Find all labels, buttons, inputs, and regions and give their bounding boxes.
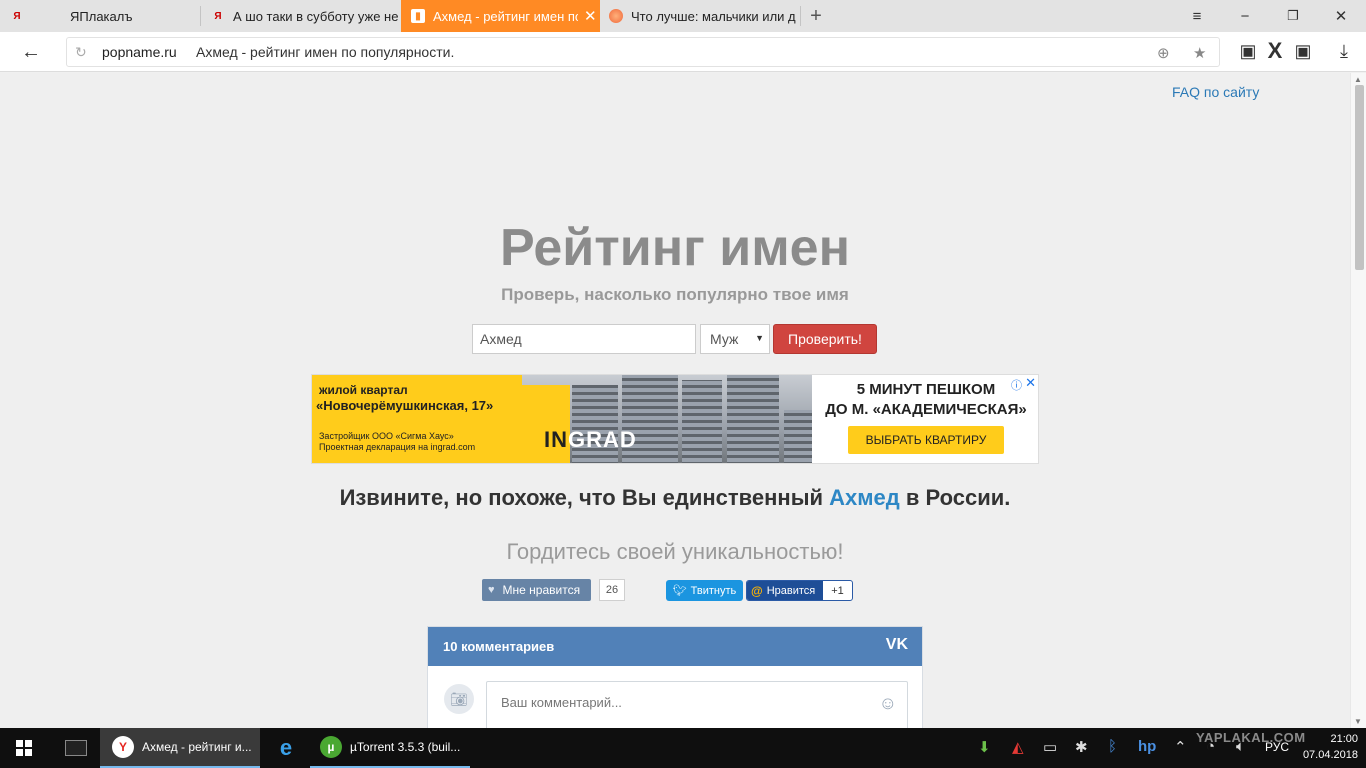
gender-select[interactable]: Муж ▼ [700, 324, 770, 354]
tweet-button[interactable]: 🐦︎ Твитнуть [666, 580, 743, 601]
scroll-up-icon[interactable]: ▲ [1354, 75, 1362, 84]
utorrent-icon: µ [320, 736, 342, 758]
page-subtitle: Проверь, насколько популярно твое имя [501, 285, 849, 304]
watermark: YAPLAKAL.COM [1196, 730, 1306, 745]
bluetooth-icon[interactable]: ᛒ [1108, 738, 1117, 755]
ingrad-logo: INGRAD [544, 427, 637, 452]
bar-chart-icon: ▮ [411, 9, 425, 23]
hp-icon[interactable]: hp [1138, 738, 1156, 755]
url-domain: popname.ru [102, 44, 177, 60]
page-content: FAQ по сайту Рейтинг имен Проверь, наско… [0, 73, 1350, 728]
smiley-icon[interactable]: ☺ [879, 693, 897, 714]
ad-left-panel: жилой квартал «Новочерёмушкинская, 17» З… [312, 375, 522, 463]
extension-icon[interactable]: ▣ [1237, 40, 1259, 62]
name-input[interactable] [472, 324, 696, 354]
ad-banner[interactable]: жилой квартал «Новочерёмушкинская, 17» З… [311, 374, 1039, 464]
ad-line3: Застройщик ООО «Сигма Хаус» [319, 431, 454, 441]
windows-logo-icon [16, 740, 32, 756]
scroll-thumb[interactable] [1355, 85, 1364, 270]
result-message: Извините, но похоже, что Вы единственный… [339, 485, 1011, 510]
close-window-icon[interactable]: ✕ [1318, 0, 1364, 32]
twitter-bird-icon: 🐦︎ [672, 585, 687, 597]
ad-right-panel: 5 МИНУТ ПЕШКОМ ДО М. «АКАДЕМИЧЕСКАЯ» ВЫБ… [812, 375, 1038, 463]
taskbar-cmd[interactable] [55, 728, 97, 768]
browser-menu-icon[interactable]: ≡ [1174, 0, 1220, 32]
ad-cta-button[interactable]: ВЫБРАТЬ КВАРТИРУ [848, 426, 1004, 454]
dropdown-arrow-icon: ▼ [755, 333, 764, 343]
ad-line4: Проектная декларация на ingrad.com [319, 442, 476, 452]
taskbar-ie[interactable]: e [263, 728, 309, 768]
taskbar-browser[interactable]: Y Ахмед - рейтинг и... [100, 728, 260, 768]
tab-close-icon[interactable]: ✕ [584, 7, 597, 25]
building-shape [682, 380, 722, 463]
settings-tray-icon[interactable]: ✱ [1075, 738, 1088, 756]
proud-message: Гордитесь своей уникальностью! [506, 539, 844, 564]
mailru-like-button[interactable]: @ Нравится +1 [746, 580, 853, 601]
antivirus-tray-icon[interactable]: ◭ [1012, 738, 1024, 756]
vk-logo-icon[interactable]: VK [886, 636, 908, 654]
yandex-browser-icon: Y [112, 736, 134, 758]
vk-comments-widget: 10 комментариев VK 📷︎ Ваш комментарий...… [427, 626, 923, 728]
page-title: Рейтинг имен [500, 219, 850, 277]
scroll-down-icon[interactable]: ▼ [1354, 717, 1362, 726]
reload-icon[interactable]: ↻ [75, 44, 87, 61]
terminal-icon [65, 740, 87, 756]
yaplakal-icon: Я [13, 10, 21, 22]
restore-icon[interactable]: ❐ [1270, 0, 1316, 32]
page-scrollbar[interactable]: ▲ ▼ [1350, 73, 1366, 728]
internet-explorer-icon: e [279, 735, 293, 760]
extension-icon[interactable]: ▣ [1292, 40, 1314, 62]
ad-info-icon[interactable]: ⓘ [1011, 377, 1022, 393]
building-shape [727, 375, 779, 463]
taskbar: Y Ахмед - рейтинг и... e µ µTorrent 3.5.… [0, 728, 1366, 768]
taskbar-utorrent[interactable]: µ µTorrent 3.5.3 (buil... [310, 728, 470, 768]
extension-x-icon[interactable]: X [1264, 38, 1286, 63]
camera-icon[interactable]: 📷︎ [444, 684, 474, 714]
vk-like-button[interactable]: ♥ Мне нравится [482, 579, 591, 601]
faq-link[interactable]: FAQ по сайту [1172, 84, 1259, 100]
tab-saturday[interactable]: Я А шо таки в субботу уже не [201, 0, 400, 32]
tab-popname-active[interactable]: ▮ Ахмед - рейтинг имен по ✕ [401, 0, 600, 32]
utorrent-tray-icon[interactable]: ⬇ [978, 738, 991, 756]
comments-header: 10 комментариев VK [428, 627, 922, 666]
tab-boys-girls[interactable]: Что лучше: мальчики или д [601, 0, 799, 32]
heart-icon: ♥ [488, 584, 495, 596]
minimize-icon[interactable]: − [1222, 0, 1268, 32]
mailru-like-count: +1 [831, 584, 844, 597]
back-arrow-icon[interactable]: ← [18, 40, 44, 64]
site-favicon-icon [609, 9, 623, 23]
check-button[interactable]: Проверить! [773, 324, 877, 354]
vk-like-count: 26 [599, 579, 625, 601]
ad-right-line2: ДО М. «АКАДЕМИЧЕСКАЯ» [825, 401, 1027, 418]
building-shape [784, 410, 812, 463]
monitor-tray-icon[interactable]: ▭ [1043, 738, 1057, 756]
ad-close-icon[interactable]: ✕ [1025, 375, 1036, 391]
yaplakal-icon: Я [214, 10, 222, 22]
url-field[interactable]: ↻ popname.ru Ахмед - рейтинг имен по поп… [66, 37, 1220, 67]
tab-yaplakal[interactable]: Я ЯПлакалъ [0, 0, 200, 32]
result-name-link[interactable]: Ахмед [829, 485, 900, 510]
show-hidden-icons[interactable]: ⌃ [1174, 738, 1187, 756]
windows-start-button[interactable] [0, 728, 48, 768]
gender-select-value: Муж [710, 331, 739, 347]
comment-input[interactable]: Ваш комментарий... ☺ [486, 681, 908, 728]
tab-bar: Я ЯПлакалъ Я А шо таки в субботу уже не … [0, 0, 1366, 32]
ad-line2: «Новочерёмушкинская, 17» [316, 398, 494, 413]
tab-separator [800, 6, 801, 26]
ad-right-line1: 5 МИНУТ ПЕШКОМ [856, 381, 996, 398]
downloads-icon[interactable]: ⤓ [1333, 40, 1355, 62]
url-page-title: Ахмед - рейтинг имен по популярности. [196, 44, 455, 60]
bookmark-star-icon[interactable]: ★ [1193, 44, 1206, 62]
translate-icon[interactable]: ⊕ [1157, 44, 1170, 62]
mailru-like-label: @ Нравится [747, 581, 823, 600]
mailru-at-icon: @ [751, 583, 763, 598]
ad-line1: жилой квартал [319, 383, 408, 397]
new-tab-button[interactable]: + [804, 0, 828, 32]
address-bar: ← ↻ popname.ru Ахмед - рейтинг имен по п… [0, 32, 1366, 72]
